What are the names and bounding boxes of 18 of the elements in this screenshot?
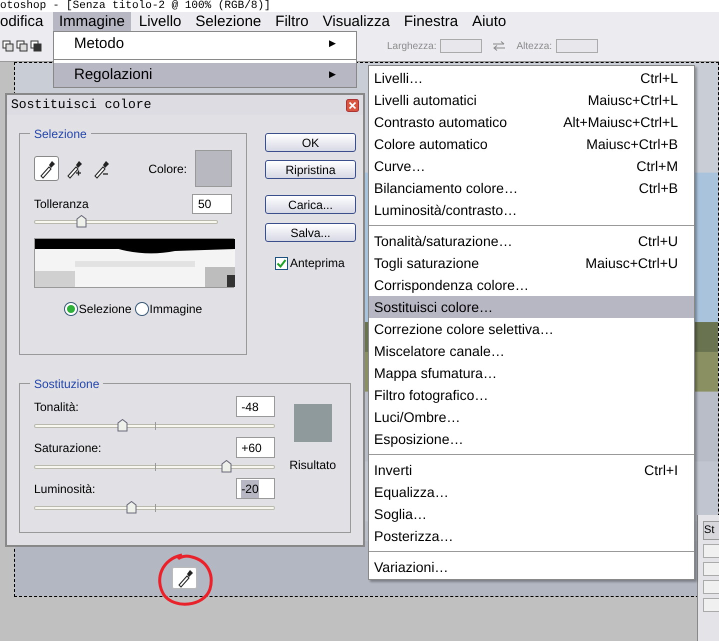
swap-icon[interactable] [492, 41, 506, 51]
menu-bar-item[interactable]: Filtro [269, 12, 315, 31]
field-label: Larghezza: [387, 40, 436, 54]
selection-mode-icon[interactable] [30, 40, 42, 52]
menu-bar-item[interactable]: Immagine [53, 12, 131, 31]
height-field[interactable] [556, 39, 598, 53]
width-field[interactable] [440, 39, 482, 53]
selection-mode-icon[interactable] [16, 40, 28, 52]
menu-bar-item[interactable]: Finestra [398, 12, 464, 31]
menu-bar-item[interactable]: Visualizza [316, 12, 396, 31]
field-label: Altezza: [516, 40, 552, 54]
menu-bar-item[interactable]: Aiuto [466, 12, 512, 31]
menu-item[interactable]: Metodo ▶ [54, 32, 356, 56]
menu-bar-item[interactable]: odifica [0, 12, 53, 31]
menu-bar-item[interactable]: Selezione [189, 12, 268, 31]
menu-bar-item[interactable]: Livello [132, 12, 188, 31]
selection-mode-icon[interactable] [2, 40, 14, 52]
window-title: otoshop - [Senza titolo-2 @ 100% (RGB/8)] [0, 0, 271, 12]
